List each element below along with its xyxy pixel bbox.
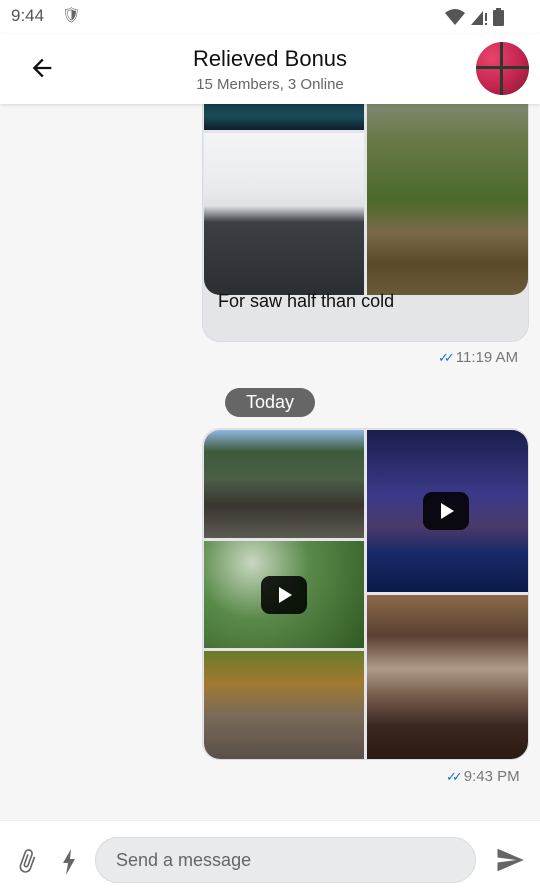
- image-attachment[interactable]: [204, 651, 364, 759]
- wifi-icon: [445, 9, 465, 25]
- time-label: 11:19 AM: [455, 349, 519, 366]
- image-attachment[interactable]: [367, 104, 528, 295]
- status-time: 9:44: [11, 6, 45, 25]
- image-attachment[interactable]: [204, 133, 364, 295]
- message-input[interactable]: [95, 837, 476, 883]
- signal-icon: [471, 11, 487, 25]
- message-bubble[interactable]: [202, 428, 529, 760]
- notification-icon: 🛡: [62, 7, 82, 24]
- image-attachment[interactable]: [367, 595, 528, 759]
- video-attachment[interactable]: [367, 430, 528, 592]
- message-timestamp: ✓✓ 11:19 AM: [438, 349, 518, 366]
- play-icon[interactable]: [423, 492, 469, 530]
- channel-title[interactable]: Relieved Bonus: [0, 46, 540, 72]
- play-icon[interactable]: [261, 576, 307, 614]
- date-separator: Today: [225, 388, 315, 417]
- video-attachment[interactable]: [204, 541, 364, 648]
- channel-subtitle: 15 Members, 3 Online: [196, 76, 344, 93]
- image-attachment[interactable]: [204, 104, 364, 130]
- read-ticks-icon: ✓✓: [438, 349, 455, 365]
- send-icon[interactable]: [494, 845, 526, 875]
- chat-header: Relieved Bonus 15 Members, 3 Online: [0, 34, 540, 104]
- group-avatar[interactable]: [476, 42, 529, 95]
- image-attachment[interactable]: [204, 430, 364, 538]
- lightning-icon[interactable]: [60, 849, 78, 875]
- paperclip-icon[interactable]: [14, 847, 40, 875]
- message-list[interactable]: For saw half than cold ✓✓ 11:19 AM Today…: [0, 104, 540, 820]
- battery-icon: [493, 8, 504, 26]
- message-timestamp: ✓✓ 9:43 PM: [446, 768, 520, 785]
- status-bar: 9:44 🛡: [0, 0, 540, 34]
- message-bubble[interactable]: For saw half than cold: [202, 104, 529, 342]
- read-ticks-icon: ✓✓: [446, 768, 463, 784]
- message-caption: For saw half than cold: [218, 291, 395, 311]
- message-composer: [0, 820, 540, 896]
- status-icons: [445, 8, 504, 26]
- time-label: 9:43 PM: [463, 768, 520, 785]
